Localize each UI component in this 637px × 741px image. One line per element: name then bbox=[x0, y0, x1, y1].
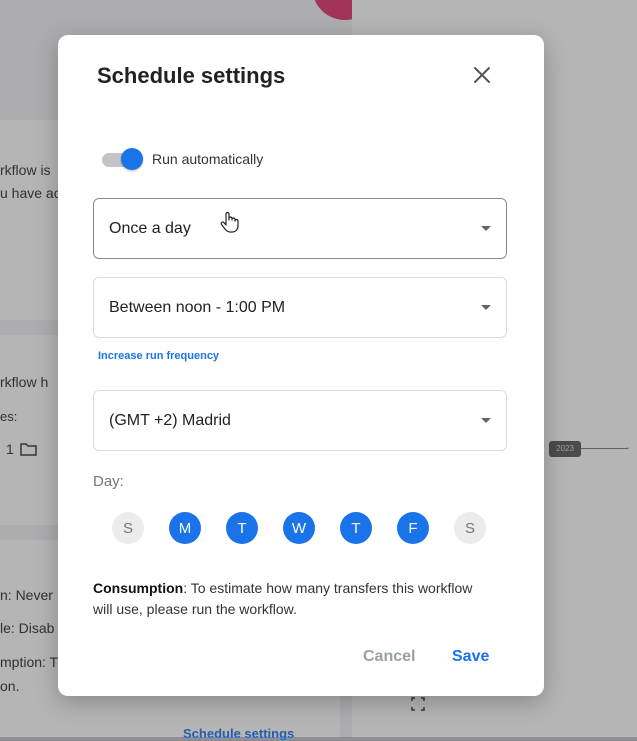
frequency-select[interactable]: Once a day bbox=[93, 198, 507, 259]
toggle-switch[interactable] bbox=[102, 148, 144, 170]
day-label: Day: bbox=[93, 473, 124, 490]
close-icon bbox=[474, 67, 490, 83]
day-toggle-saturday[interactable]: S bbox=[454, 512, 486, 544]
dropdown-caret-icon bbox=[481, 418, 491, 423]
time-window-value: Between noon - 1:00 PM bbox=[109, 298, 286, 316]
day-toggle-sunday[interactable]: S bbox=[112, 512, 144, 544]
timezone-select[interactable]: (GMT +2) Madrid bbox=[93, 390, 507, 451]
dropdown-caret-icon bbox=[481, 305, 491, 310]
close-button[interactable] bbox=[468, 61, 496, 89]
toggle-label: Run automatically bbox=[152, 151, 264, 167]
hand-cursor-icon bbox=[220, 211, 239, 233]
save-button[interactable]: Save bbox=[452, 648, 489, 666]
day-toggle-monday[interactable]: M bbox=[169, 512, 201, 544]
day-toggle-friday[interactable]: F bbox=[397, 512, 429, 544]
day-toggle-wednesday[interactable]: W bbox=[283, 512, 315, 544]
run-automatically-toggle[interactable]: Run automatically bbox=[102, 147, 263, 171]
dialog-title: Schedule settings bbox=[97, 63, 286, 88]
frequency-value: Once a day bbox=[109, 219, 191, 237]
day-toggle-thursday[interactable]: T bbox=[340, 512, 372, 544]
day-toggle-tuesday[interactable]: T bbox=[226, 512, 258, 544]
dropdown-caret-icon bbox=[481, 226, 491, 231]
day-picker: S M T W T F S bbox=[112, 512, 486, 544]
consumption-note: Consumption: To estimate how many transf… bbox=[93, 578, 493, 620]
time-window-select[interactable]: Between noon - 1:00 PM bbox=[93, 277, 507, 338]
schedule-settings-dialog: Schedule settings Run automatically Once… bbox=[58, 35, 544, 696]
toggle-knob bbox=[121, 148, 143, 170]
consumption-heading: Consumption bbox=[93, 580, 184, 596]
increase-run-frequency-link[interactable]: Increase run frequency bbox=[98, 350, 219, 362]
timezone-value: (GMT +2) Madrid bbox=[109, 411, 231, 429]
cancel-button[interactable]: Cancel bbox=[363, 648, 415, 666]
